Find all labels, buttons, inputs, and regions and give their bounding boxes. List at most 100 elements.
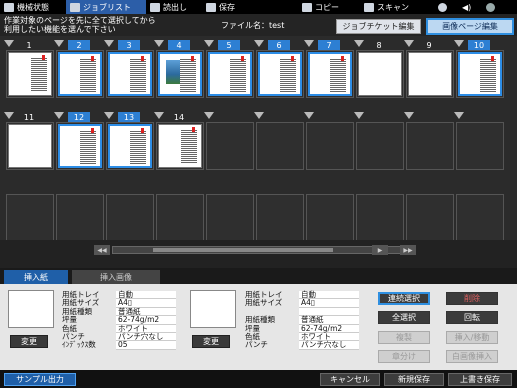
change-button-right[interactable]: 変更 <box>192 335 230 348</box>
page-slot <box>206 194 254 242</box>
page-thumbnail[interactable] <box>158 124 202 168</box>
page-slot <box>256 122 304 170</box>
tab-machine-status[interactable]: 機械状態 <box>0 0 66 14</box>
tab-save[interactable]: 保存 <box>202 0 298 14</box>
continuous-select-button[interactable]: 連続選択 <box>378 292 430 305</box>
insert-marker-icon[interactable] <box>404 40 414 47</box>
insert-marker-icon[interactable] <box>154 40 164 47</box>
page-text-lines <box>480 58 496 92</box>
page-number: 2 <box>68 40 90 50</box>
page-thumbnail[interactable] <box>358 52 402 96</box>
insert-marker-icon[interactable] <box>254 112 264 119</box>
page-number: 6 <box>268 40 290 50</box>
tab-insert-paper[interactable]: 挿入紙 <box>4 270 68 284</box>
page-slot <box>256 194 304 242</box>
paper-preview-right <box>190 290 236 328</box>
chapter-button[interactable]: 章分け <box>378 350 430 363</box>
page-text-lines <box>130 58 146 92</box>
page-thumbnail[interactable] <box>58 52 102 96</box>
page-thumbnail[interactable] <box>208 52 252 96</box>
page-number: 3 <box>118 40 140 50</box>
page-thumbnail[interactable] <box>458 52 502 96</box>
page-thumbnail[interactable] <box>8 124 52 168</box>
page-thumbnail[interactable] <box>108 52 152 96</box>
page-slot <box>456 122 504 170</box>
filename-label: ファイル名：test <box>221 21 285 30</box>
paper-properties-left: 用紙トレイ 自動 用紙サイズ A4▯ 用紙種類 普通紙 坪量 62-74g/m2 色紙 ホワイトパ… <box>60 290 176 350</box>
page-thumbnail[interactable] <box>8 52 52 96</box>
page-mark <box>241 56 244 61</box>
insert-marker-icon[interactable] <box>204 40 214 47</box>
page-mark <box>291 56 294 61</box>
tab-copy[interactable]: コピー <box>298 0 360 14</box>
page-text-lines <box>31 57 47 91</box>
scroll-first-button[interactable]: ◀◀ <box>94 245 110 255</box>
page-thumbnail[interactable] <box>58 124 102 168</box>
page-thumbnail[interactable] <box>408 52 452 96</box>
page-number: 9 <box>426 40 432 50</box>
scan-icon <box>364 2 374 12</box>
blank-insert-button[interactable]: 白画像挿入 <box>446 350 498 363</box>
insert-marker-icon[interactable] <box>254 40 264 47</box>
insert-marker-icon[interactable] <box>104 112 114 119</box>
page-thumbnail[interactable] <box>308 52 352 96</box>
page-slot <box>406 194 454 242</box>
page-slot <box>206 122 254 170</box>
page-slot <box>456 194 504 242</box>
page-text-lines <box>80 130 96 164</box>
tab-insert-image[interactable]: 挿入画像 <box>72 270 160 284</box>
insert-marker-icon[interactable] <box>4 112 14 119</box>
page-number: 13 <box>118 112 140 122</box>
rotate-button[interactable]: 回転 <box>446 311 498 324</box>
insert-marker-icon[interactable] <box>204 112 214 119</box>
insert-marker-icon[interactable] <box>104 40 114 47</box>
page-mark <box>491 56 494 61</box>
tab-scan[interactable]: スキャン <box>360 0 434 14</box>
page-number: 5 <box>218 40 240 50</box>
sample-output-button[interactable]: サンプル出力 <box>4 373 76 386</box>
insert-marker-icon[interactable] <box>54 40 64 47</box>
scroll-thumb[interactable] <box>153 248 333 252</box>
image-page-edit-button[interactable]: 画像ページ編集 <box>426 18 514 35</box>
insert-move-button[interactable]: 挿入/移動 <box>446 331 498 344</box>
page-slot <box>356 194 404 242</box>
insert-marker-icon[interactable] <box>354 40 364 47</box>
page-number: 8 <box>376 40 382 50</box>
property-value: A4▯ <box>299 298 359 308</box>
cancel-button[interactable]: キャンセル <box>320 373 380 386</box>
insert-marker-icon[interactable] <box>404 112 414 119</box>
page-thumbnail[interactable] <box>108 124 152 168</box>
page-mark <box>141 56 144 61</box>
page-text-lines <box>130 130 146 164</box>
page-thumbnail[interactable] <box>258 52 302 96</box>
volume-button[interactable]: ◀) <box>458 0 482 14</box>
overwrite-save-button[interactable]: 上書き保存 <box>448 373 512 386</box>
insert-marker-icon[interactable] <box>54 112 64 119</box>
scroll-next-button[interactable]: ▶ <box>372 245 388 255</box>
globe-button[interactable] <box>434 0 458 14</box>
insert-marker-icon[interactable] <box>454 40 464 47</box>
change-button-left[interactable]: 変更 <box>10 335 48 348</box>
instruction-text: 作業対象のページを先に全て選択してから 利用したい機能を選んで下さい <box>4 16 156 34</box>
scroll-last-button[interactable]: ▶▶ <box>400 245 416 255</box>
scroll-track[interactable] <box>112 246 402 254</box>
insert-marker-icon[interactable] <box>154 112 164 119</box>
save-new-button[interactable]: 新規保存 <box>384 373 444 386</box>
job-ticket-edit-button[interactable]: ジョブチケット編集 <box>336 19 421 34</box>
page-number: 11 <box>23 112 35 122</box>
insert-marker-icon[interactable] <box>354 112 364 119</box>
page-thumbnail[interactable] <box>158 52 202 96</box>
help-button[interactable] <box>482 0 506 14</box>
machine-status-icon <box>4 2 14 12</box>
insert-marker-icon[interactable] <box>304 112 314 119</box>
insert-marker-icon[interactable] <box>454 112 464 119</box>
tab-job-list[interactable]: ジョブリスト <box>66 0 146 14</box>
delete-button[interactable]: 削除 <box>446 292 498 305</box>
page-slot <box>56 194 104 242</box>
insert-marker-icon[interactable] <box>304 40 314 47</box>
select-all-button[interactable]: 全選択 <box>378 311 430 324</box>
duplicate-button[interactable]: 複製 <box>378 331 430 344</box>
tab-read[interactable]: 読出し <box>146 0 202 14</box>
page-number: 14 <box>173 112 185 122</box>
insert-marker-icon[interactable] <box>4 40 14 47</box>
